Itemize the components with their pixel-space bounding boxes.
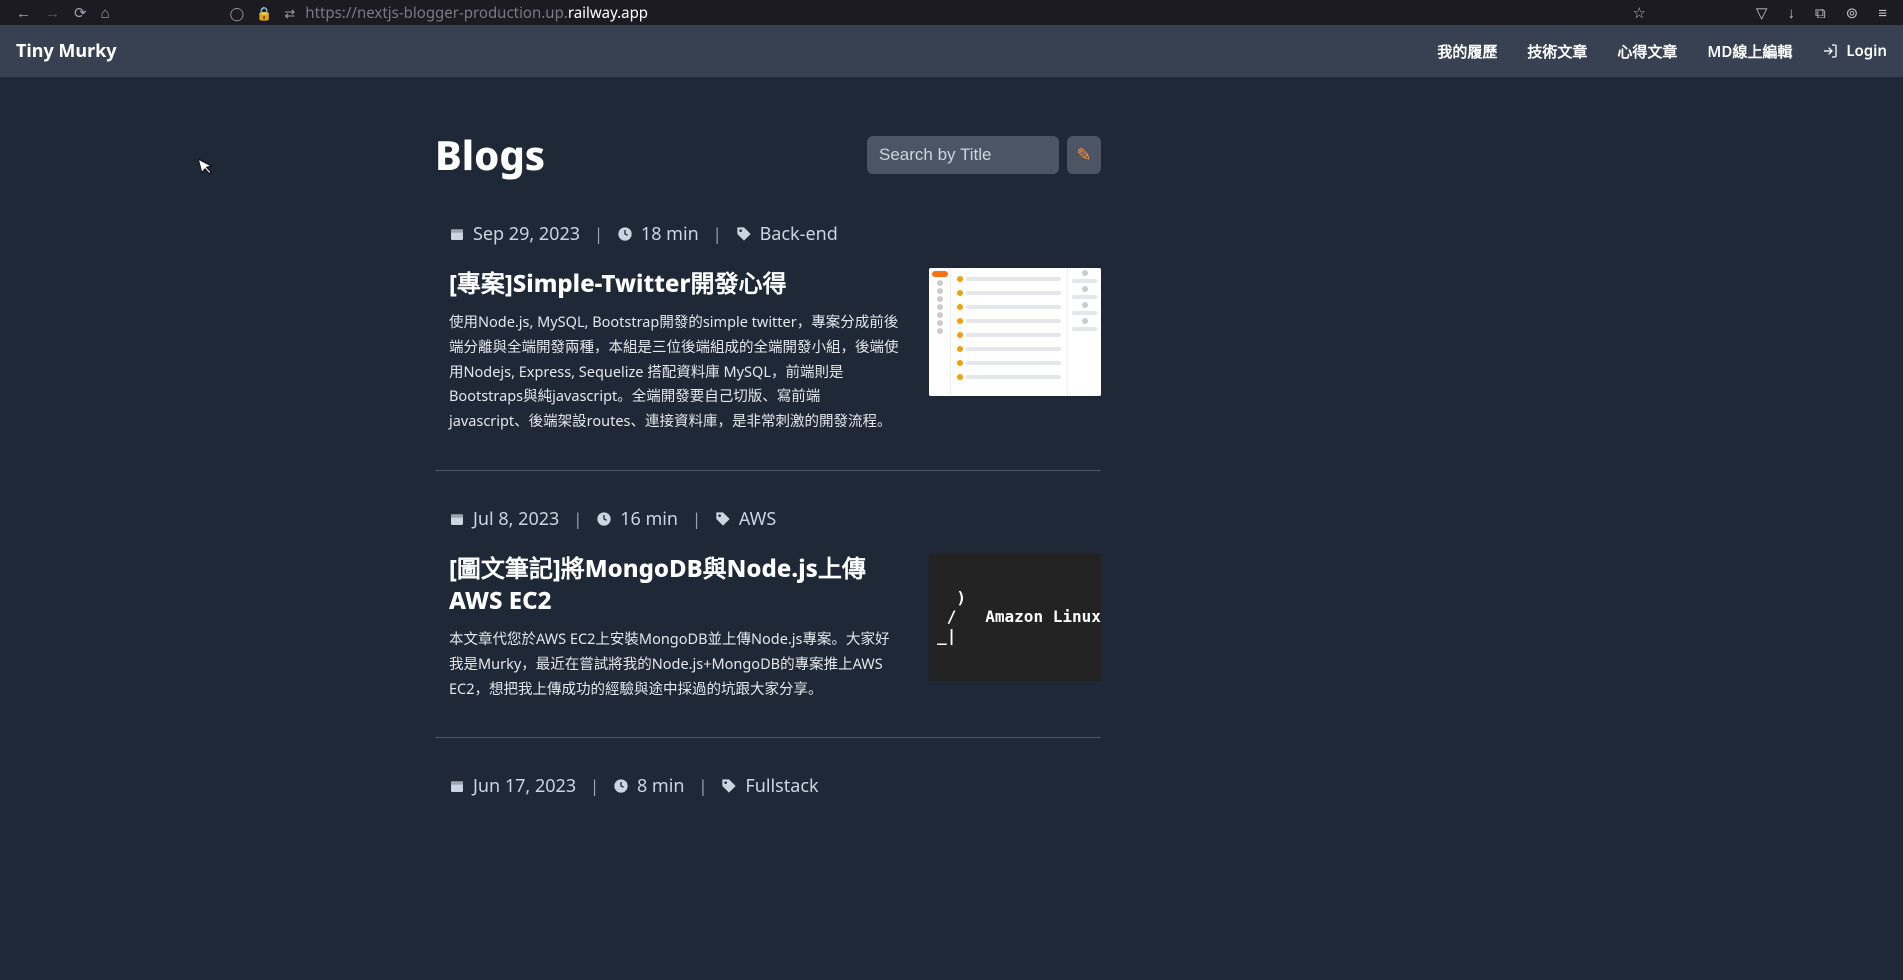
browser-chrome: ← → ⟳ ⌂ ◯ 🔒 ⇄ https://nextjs-blogger-pro… — [0, 0, 1903, 25]
post-description: 本文章代您於AWS EC2上安裝MongoDB並上傳Node.js專案。大家好我… — [449, 627, 899, 701]
pen-icon: ✎ — [1076, 143, 1091, 167]
post-meta: Sep 29, 2023 | 18 min | Back-end — [449, 222, 1101, 246]
shield-icon[interactable]: ◯ — [230, 4, 245, 22]
calendar-icon — [449, 778, 465, 794]
main-content: Blogs ✎ Sep 29, 2023 | 18 min | — [0, 77, 1903, 856]
brand-logo[interactable]: Tiny Murky — [16, 39, 117, 63]
post-tag[interactable]: Fullstack — [745, 774, 818, 798]
post-tag[interactable]: AWS — [739, 507, 776, 531]
bookmark-star-icon[interactable]: ☆ — [1632, 3, 1645, 23]
post-item: Jun 17, 2023 | 8 min | Fullstack — [435, 774, 1101, 856]
post-title-link[interactable]: [圖文筆記]將MongoDB與Node.js上傳AWS EC2 — [449, 553, 899, 618]
post-date: Jun 17, 2023 — [473, 774, 576, 798]
post-read-time: 18 min — [641, 222, 699, 246]
url-bar[interactable]: ◯ 🔒 ⇄ https://nextjs-blogger-production.… — [230, 3, 1623, 23]
post-description: 使用Node.js, MySQL, Bootstrap開發的simple twi… — [449, 310, 899, 433]
tag-icon — [736, 226, 752, 242]
url-text: https://nextjs-blogger-production.up.rai… — [305, 3, 648, 23]
back-icon[interactable]: ← — [16, 3, 31, 23]
clock-icon — [617, 226, 633, 242]
post-tag[interactable]: Back-end — [760, 222, 838, 246]
meta-separator: | — [594, 223, 603, 245]
post-read-time: 16 min — [620, 507, 678, 531]
downloads-icon[interactable]: ↓ — [1787, 3, 1795, 23]
calendar-icon — [449, 226, 465, 242]
post-thumbnail[interactable]: ) / Amazon Linux _| — [929, 553, 1101, 681]
calendar-icon — [449, 511, 465, 527]
search-input[interactable] — [867, 136, 1059, 174]
permissions-icon[interactable]: ⇄ — [284, 4, 295, 22]
reload-icon[interactable]: ⟳ — [74, 3, 87, 23]
login-label: Login — [1846, 41, 1887, 61]
compose-button[interactable]: ✎ — [1067, 136, 1101, 174]
post-item: Sep 29, 2023 | 18 min | Back-end [專案]Sim… — [435, 222, 1101, 471]
forward-icon[interactable]: → — [45, 3, 60, 23]
post-meta: Jul 8, 2023 | 16 min | AWS — [449, 507, 1101, 531]
account-icon[interactable]: ⊚ — [1846, 3, 1859, 23]
post-read-time: 8 min — [637, 774, 685, 798]
login-button[interactable]: Login — [1822, 41, 1887, 61]
home-icon[interactable]: ⌂ — [101, 3, 110, 23]
search-wrap: ✎ — [867, 136, 1101, 174]
post-date: Jul 8, 2023 — [473, 507, 559, 531]
login-icon — [1822, 43, 1838, 59]
lock-icon[interactable]: 🔒 — [256, 4, 272, 22]
meta-separator: | — [590, 775, 599, 797]
nav-tech[interactable]: 技術文章 — [1527, 41, 1587, 62]
site-header: Tiny Murky 我的履歷 技術文章 心得文章 MD線上編輯 Login — [0, 25, 1903, 77]
post-thumbnail[interactable] — [929, 268, 1101, 396]
nav-resume[interactable]: 我的履歷 — [1437, 41, 1497, 62]
pocket-icon[interactable]: ▽ — [1756, 3, 1768, 23]
post-meta: Jun 17, 2023 | 8 min | Fullstack — [449, 774, 1101, 798]
nav-thoughts[interactable]: 心得文章 — [1617, 41, 1677, 62]
post-date: Sep 29, 2023 — [473, 222, 580, 246]
tag-icon — [715, 511, 731, 527]
clock-icon — [596, 511, 612, 527]
post-title-link[interactable]: [專案]Simple-Twitter開發心得 — [449, 268, 899, 300]
page-title: Blogs — [435, 127, 545, 182]
extensions-icon[interactable]: ⧉ — [1815, 3, 1826, 23]
page-head-row: Blogs ✎ — [435, 127, 1101, 182]
nav-links: 我的履歷 技術文章 心得文章 MD線上編輯 Login — [1437, 41, 1887, 62]
clock-icon — [613, 778, 629, 794]
post-item: Jul 8, 2023 | 16 min | AWS [圖文筆記]將MongoD… — [435, 507, 1101, 739]
tag-icon — [721, 778, 737, 794]
meta-separator: | — [699, 775, 708, 797]
nav-md-editor[interactable]: MD線上編輯 — [1707, 41, 1792, 62]
meta-separator: | — [573, 508, 582, 530]
meta-separator: | — [692, 508, 701, 530]
meta-separator: | — [713, 223, 722, 245]
menu-icon[interactable]: ≡ — [1878, 3, 1887, 23]
